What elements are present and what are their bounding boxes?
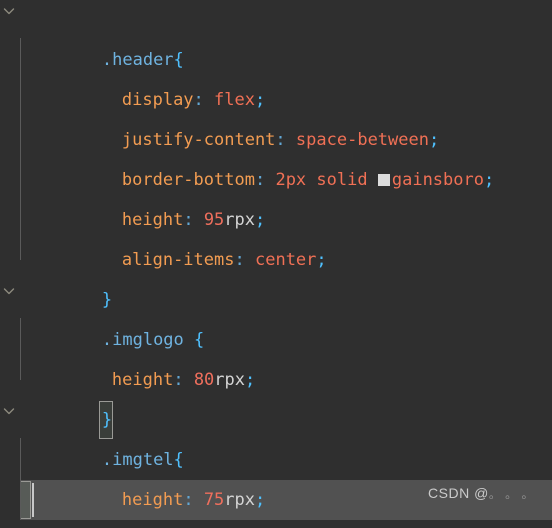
code-line[interactable]: .imglogo { [0,280,552,350]
code-content[interactable]: .header{ display: flex; justify-content:… [0,0,552,528]
code-line[interactable]: height: 80rpx; [0,320,552,390]
indent-guide [20,438,21,520]
code-line[interactable]: .imgtel{ [0,400,552,470]
text-caret [32,483,34,517]
fold-chevron-down-icon[interactable] [2,284,16,298]
watermark-text: CSDN @ [428,485,489,501]
editor-gutter[interactable] [0,0,20,528]
fold-chevron-down-icon[interactable] [2,404,16,418]
code-line[interactable]: justify-content: space-between; [0,80,552,150]
code-line[interactable]: .header{ [0,0,552,70]
code-line[interactable]: } [0,360,552,430]
indent-guide [20,38,21,260]
code-line[interactable]: } [0,240,552,310]
code-editor[interactable]: .header{ display: flex; justify-content:… [0,0,552,528]
indent-guide [20,318,21,380]
fold-chevron-down-icon[interactable] [2,4,16,18]
code-line[interactable]: border-bottom: 2px solid gainsboro; [0,120,552,190]
watermark-dots: 。 。 。 [488,487,534,501]
csdn-watermark: CSDN @。 。 。 [428,473,534,514]
code-line[interactable]: align-items: center; [0,200,552,270]
code-line[interactable]: height: 95rpx; [0,160,552,230]
code-line[interactable]: display: flex; [0,40,552,110]
